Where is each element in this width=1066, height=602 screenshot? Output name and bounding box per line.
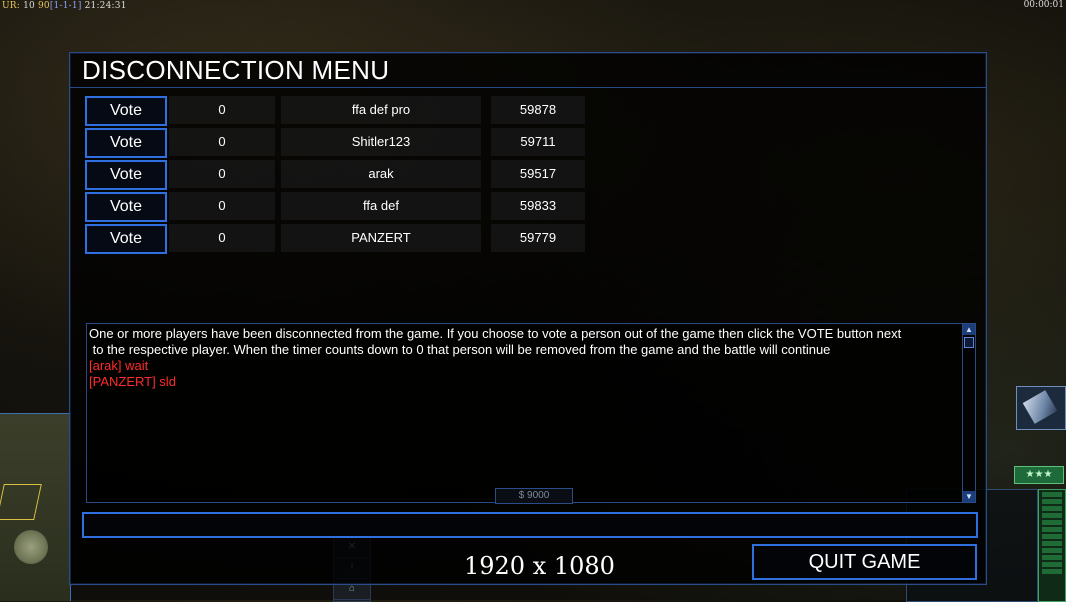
vote-button[interactable]: Vote	[85, 128, 167, 158]
vote-count: 0	[169, 96, 275, 124]
scroll-thumb[interactable]	[964, 337, 974, 348]
info-line-1: One or more players have been disconnect…	[89, 326, 902, 341]
player-id: 59878	[491, 96, 585, 124]
player-row: Vote 0 PANZERT 59779	[85, 224, 645, 254]
power-meter	[1038, 489, 1066, 602]
log-scrollbar[interactable]: ▲ ▼	[962, 324, 975, 502]
top-left-status: UR: 10 90[1-1-1] 21:24:31	[0, 0, 129, 12]
vote-button[interactable]: Vote	[85, 224, 167, 254]
quit-game-button[interactable]: QUIT GAME	[752, 544, 977, 580]
vote-button[interactable]: Vote	[85, 96, 167, 126]
chat-message: [PANZERT] sld	[89, 374, 176, 389]
resolution-label: 1920 x 1080	[464, 552, 615, 580]
scroll-up-icon[interactable]: ▲	[963, 324, 975, 335]
vote-count: 0	[169, 192, 275, 220]
vote-count: 0	[169, 128, 275, 156]
game-timer: 00:00:01	[1023, 0, 1064, 10]
message-log[interactable]: One or more players have been disconnect…	[86, 323, 976, 503]
message-text: One or more players have been disconnect…	[89, 326, 959, 390]
player-id: 59833	[491, 192, 585, 220]
chat-input[interactable]	[82, 512, 978, 538]
ur-label: UR:	[2, 1, 20, 11]
player-name: ffa def	[281, 192, 481, 220]
vote-button[interactable]: Vote	[85, 160, 167, 190]
stat-1: 10	[23, 1, 35, 11]
satellite-power-button[interactable]	[1016, 386, 1066, 430]
vote-button[interactable]: Vote	[85, 192, 167, 222]
scroll-down-icon[interactable]: ▼	[963, 491, 975, 502]
dialog-title: DISCONNECTION MENU	[82, 55, 390, 85]
vote-count: 0	[169, 224, 275, 252]
vote-count: 0	[169, 160, 275, 188]
player-name: PANZERT	[281, 224, 481, 252]
money-display: $ 9000	[495, 488, 573, 504]
player-row: Vote 0 arak 59517	[85, 160, 645, 190]
stat-2: 90	[37, 1, 50, 11]
title-divider	[70, 87, 986, 88]
player-row: Vote 0 ffa def 59833	[85, 192, 645, 222]
rank-stars: ★★★	[1014, 466, 1064, 484]
clock: 21:24:31	[84, 1, 127, 11]
player-name: Shitler123	[281, 128, 481, 156]
satellite-icon	[1022, 390, 1058, 424]
disconnection-menu: DISCONNECTION MENU Vote 0 ffa def pro 59…	[69, 52, 987, 585]
player-name: arak	[281, 160, 481, 188]
minimap-base-marker	[14, 530, 48, 564]
minimap-view-frame	[0, 484, 42, 520]
player-id: 59711	[491, 128, 585, 156]
chat-message: [arak] wait	[89, 358, 149, 373]
stat-bracket: [1-1-1]	[49, 1, 82, 11]
player-id: 59517	[491, 160, 585, 188]
player-row: Vote 0 Shitler123 59711	[85, 128, 645, 158]
player-id: 59779	[491, 224, 585, 252]
player-row: Vote 0 ffa def pro 59878	[85, 96, 645, 126]
minimap[interactable]	[0, 413, 71, 601]
player-name: ffa def pro	[281, 96, 481, 124]
info-line-2: to the respective player. When the timer…	[89, 342, 831, 357]
